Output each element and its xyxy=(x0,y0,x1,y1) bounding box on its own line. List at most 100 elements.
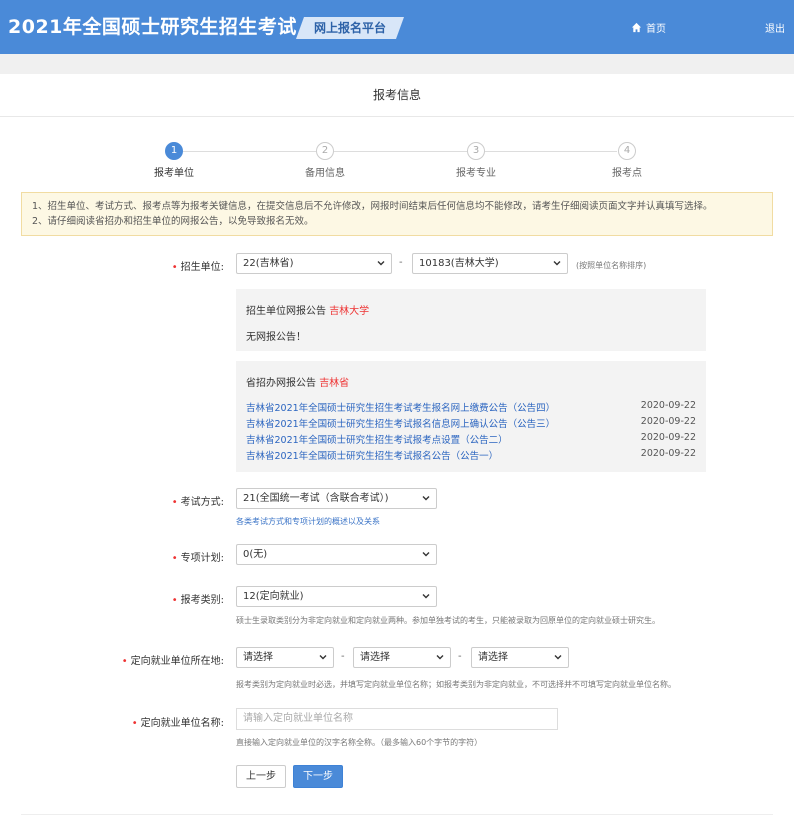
location-city-select[interactable]: 请选择 xyxy=(353,647,451,668)
chevron-down-icon xyxy=(553,261,561,266)
announcement-item[interactable]: 吉林省2021年全国硕士研究生招生考试报考点设置（公告二） 2020-09-22 xyxy=(246,432,696,446)
unit-label: • 招生单位: xyxy=(120,258,224,273)
announcement-link[interactable]: 吉林省2021年全国硕士研究生招生考试报名信息网上确认公告（公告三） xyxy=(246,419,555,430)
chevron-down-icon xyxy=(422,496,430,501)
category-label: • 报考类别: xyxy=(120,591,224,606)
announcement-item[interactable]: 吉林省2021年全国硕士研究生招生考试报名公告（公告一） 2020-09-22 xyxy=(246,448,696,462)
prev-step-button[interactable]: 上一步 xyxy=(236,765,286,788)
panel-title: 报考信息 xyxy=(0,74,794,117)
unit-sort-hint: (按照单位名称排序) xyxy=(576,261,647,270)
exam-method-label-text: 考试方式: xyxy=(180,497,224,508)
announcement-date: 2020-09-22 xyxy=(640,400,696,411)
notice-line-2: 2、请仔细阅读省招办和招生单位的网报公告，以免导致报名无效。 xyxy=(32,216,314,227)
employer-location-label: • 定向就业单位所在地: xyxy=(100,652,224,667)
category-hint: 硕士生录取类别分为非定向就业和定向就业两种。参加单独考试的考生，只能被录取为回原… xyxy=(236,616,660,625)
step-4: 4 报考点 xyxy=(592,142,662,179)
announcement-link[interactable]: 吉林省2021年全国硕士研究生招生考试报名公告（公告一） xyxy=(246,451,498,462)
employer-name-input[interactable]: 请输入定向就业单位名称 xyxy=(236,708,558,730)
employer-location-label-text: 定向就业单位所在地: xyxy=(130,656,224,667)
employer-name-label-text: 定向就业单位名称: xyxy=(140,718,224,729)
unit-label-text: 招生单位: xyxy=(180,262,224,273)
top-header: 2021年全国硕士研究生招生考试 网上报名平台 首页 退出 xyxy=(0,0,794,54)
separator-dash: - xyxy=(341,651,345,662)
school-select[interactable]: 10183(吉林大学) xyxy=(412,253,568,274)
chevron-down-icon xyxy=(319,655,327,660)
exam-method-value: 21(全国统一考试（含联合考试）) xyxy=(243,493,389,504)
required-mark: • xyxy=(121,656,128,667)
location-city-value: 请选择 xyxy=(360,652,390,663)
step-label: 报考单位 xyxy=(154,168,194,179)
home-link[interactable]: 首页 xyxy=(631,20,666,35)
province-notice-name: 吉林省 xyxy=(319,378,350,389)
category-value: 12(定向就业) xyxy=(243,591,304,602)
unit-notice-box: 招生单位网报公告 吉林大学 无网报公告！ xyxy=(236,289,706,351)
notice-line-1: 1、招生单位、考试方式、报考点等为报考关键信息，在提交信息后不允许修改，网报时间… xyxy=(32,201,713,212)
announcement-item[interactable]: 吉林省2021年全国硕士研究生招生考试考生报名网上缴费公告（公告四） 2020-… xyxy=(246,400,696,414)
province-select[interactable]: 22(吉林省) xyxy=(236,253,392,274)
step-2: 2 备用信息 xyxy=(290,142,360,179)
step-indicator: 1 报考单位 2 备用信息 3 报考专业 4 报考点 xyxy=(0,142,794,182)
step-number: 1 xyxy=(165,142,183,160)
location-province-select[interactable]: 请选择 xyxy=(236,647,334,668)
notice-box: 1、招生单位、考试方式、报考点等为报考关键信息，在提交信息后不允许修改，网报时间… xyxy=(21,192,773,236)
separator-dash: - xyxy=(399,257,403,268)
home-label: 首页 xyxy=(646,24,666,35)
announcement-date: 2020-09-22 xyxy=(640,432,696,443)
step-number: 3 xyxy=(467,142,485,160)
special-plan-label-text: 专项计划: xyxy=(180,553,224,564)
province-notice-title-text: 省招办网报公告 xyxy=(246,378,316,389)
special-plan-select[interactable]: 0(无) xyxy=(236,544,437,565)
location-district-value: 请选择 xyxy=(478,652,508,663)
required-mark: • xyxy=(171,262,178,273)
chevron-down-icon xyxy=(377,261,385,266)
province-select-value: 22(吉林省) xyxy=(243,258,294,269)
unit-notice-school: 吉林大学 xyxy=(329,306,370,317)
announcement-date: 2020-09-22 xyxy=(640,416,696,427)
announcement-link[interactable]: 吉林省2021年全国硕士研究生招生考试报考点设置（公告二） xyxy=(246,435,508,446)
employer-name-hint: 直接输入定向就业单位的汉字名称全称。（最多输入60个字节的字符） xyxy=(236,738,483,747)
logout-link[interactable]: 退出 xyxy=(765,20,785,35)
location-district-select[interactable]: 请选择 xyxy=(471,647,569,668)
unit-notice-empty: 无网报公告！ xyxy=(246,332,306,343)
exam-method-select[interactable]: 21(全国统一考试（含联合考试）) xyxy=(236,488,437,509)
home-icon xyxy=(631,22,642,33)
category-label-text: 报考类别: xyxy=(180,595,224,606)
announcement-item[interactable]: 吉林省2021年全国硕士研究生招生考试报名信息网上确认公告（公告三） 2020-… xyxy=(246,416,696,430)
exam-title: 2021年全国硕士研究生招生考试 xyxy=(8,16,297,38)
step-label: 备用信息 xyxy=(305,168,345,179)
employer-name-label: • 定向就业单位名称: xyxy=(100,714,224,729)
main-panel: 报考信息 1 报考单位 2 备用信息 3 报考专业 4 报考点 1、招生单位、考… xyxy=(0,74,794,828)
announcement-link[interactable]: 吉林省2021年全国硕士研究生招生考试考生报名网上缴费公告（公告四） xyxy=(246,403,555,414)
chevron-down-icon xyxy=(436,655,444,660)
exam-method-overview-link[interactable]: 各类考试方式和专项计划的概述以及关系 xyxy=(236,516,380,527)
step-1: 1 报考单位 xyxy=(139,142,209,179)
step-label: 报考点 xyxy=(612,168,642,179)
required-mark: • xyxy=(131,718,138,729)
step-number: 4 xyxy=(618,142,636,160)
step-3: 3 报考专业 xyxy=(441,142,511,179)
chevron-down-icon xyxy=(422,552,430,557)
required-mark: • xyxy=(171,553,178,564)
announcement-date: 2020-09-22 xyxy=(640,448,696,459)
chevron-down-icon xyxy=(422,594,430,599)
special-plan-value: 0(无) xyxy=(243,549,268,560)
platform-badge-label: 网上报名平台 xyxy=(313,21,386,35)
location-province-value: 请选择 xyxy=(243,652,273,663)
employer-location-hint: 报考类别为定向就业时必选，并填写定向就业单位名称；如报考类别为非定向就业，不可选… xyxy=(236,680,676,689)
special-plan-label: • 专项计划: xyxy=(120,549,224,564)
unit-notice-title: 招生单位网报公告 吉林大学 xyxy=(246,302,369,317)
separator-dash: - xyxy=(458,651,462,662)
step-number: 2 xyxy=(316,142,334,160)
exam-method-label: • 考试方式: xyxy=(120,493,224,508)
unit-notice-title-text: 招生单位网报公告 xyxy=(246,306,326,317)
platform-badge: 网上报名平台 xyxy=(295,17,405,39)
chevron-down-icon xyxy=(554,655,562,660)
divider xyxy=(21,814,773,815)
category-select[interactable]: 12(定向就业) xyxy=(236,586,437,607)
next-step-button[interactable]: 下一步 xyxy=(293,765,343,788)
school-select-value: 10183(吉林大学) xyxy=(419,258,499,269)
required-mark: • xyxy=(171,595,178,606)
province-notice-box: 省招办网报公告 吉林省 吉林省2021年全国硕士研究生招生考试考生报名网上缴费公… xyxy=(236,361,706,472)
step-label: 报考专业 xyxy=(456,168,496,179)
required-mark: • xyxy=(171,497,178,508)
